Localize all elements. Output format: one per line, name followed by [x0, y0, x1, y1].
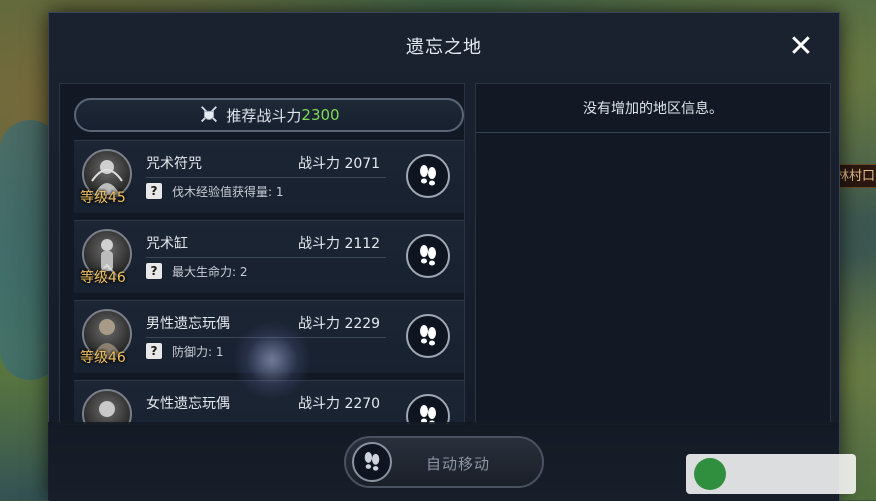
monster-portrait — [82, 389, 132, 424]
monster-buff: 伐木经验值获得量: 1 — [172, 185, 284, 199]
monster-level: 等级45 — [80, 190, 126, 206]
crossed-swords-shield-icon — [201, 106, 218, 123]
footprints-icon — [420, 245, 436, 266]
monster-row[interactable]: 等级45 咒术符咒 战斗力 2071 ? 伐木经验值获得量: 1 — [74, 140, 464, 213]
footprints-icon — [420, 325, 436, 346]
monster-power: 战斗力 2071 — [298, 156, 381, 172]
region-info-panel: 没有增加的地区信息。 — [475, 83, 831, 425]
monster-level: 等级46 — [80, 270, 126, 286]
monster-buff: 防御力: 1 — [172, 345, 224, 359]
auto-move-button[interactable]: 自动移动 — [344, 436, 544, 488]
question-icon: ? — [146, 343, 162, 359]
monster-name: 男性遗忘玩偶 — [146, 316, 230, 332]
auto-move-label: 自动移动 — [426, 455, 491, 473]
close-icon: ✕ — [788, 29, 814, 64]
move-to-monster-button[interactable] — [406, 154, 450, 198]
move-to-monster-button[interactable] — [406, 314, 450, 358]
divider — [146, 337, 386, 338]
monster-row[interactable]: 女性遗忘玩偶 战斗力 2270 — [74, 380, 464, 424]
question-icon: ? — [146, 183, 162, 199]
divider — [146, 177, 386, 178]
watermark-emblem-icon — [694, 458, 726, 490]
monster-level: 等级46 — [80, 350, 126, 366]
monster-list: 等级45 咒术符咒 战斗力 2071 ? 伐木经验值获得量: 1 等级46 咒术… — [74, 140, 464, 424]
move-to-monster-button[interactable] — [406, 394, 450, 424]
auto-move-icon-circle — [352, 442, 392, 482]
question-icon: ? — [146, 263, 162, 279]
recommended-power-banner: 推荐战斗力 2300 — [74, 98, 464, 132]
close-button[interactable]: ✕ — [787, 32, 815, 62]
divider — [146, 257, 386, 258]
monster-panel: 推荐战斗力 2300 等级45 咒术符咒 战斗力 2071 ? 伐木经验值获得量… — [59, 83, 465, 425]
monster-buff: 最大生命力: 2 — [172, 265, 248, 279]
footprints-icon — [364, 452, 380, 471]
region-info-text: 没有增加的地区信息。 — [476, 84, 830, 133]
monster-power: 战斗力 2270 — [298, 396, 381, 412]
dialog-title: 遗忘之地 — [406, 37, 482, 58]
footprints-icon — [420, 165, 436, 186]
recommended-power-value: 2300 — [301, 106, 340, 124]
monster-row[interactable]: 等级46 咒术缸 战斗力 2112 ? 最大生命力: 2 — [74, 220, 464, 293]
recommended-power-label: 推荐战斗力 — [226, 106, 302, 125]
monster-power: 战斗力 2229 — [298, 316, 381, 332]
monster-row[interactable]: 等级46 男性遗忘玩偶 战斗力 2229 ? 防御力: 1 — [74, 300, 464, 373]
monster-name: 咒术符咒 — [146, 156, 202, 172]
monster-power: 战斗力 2112 — [298, 236, 381, 252]
monster-name: 咒术缸 — [146, 236, 188, 252]
watermark-logo — [686, 454, 856, 494]
move-to-monster-button[interactable] — [406, 234, 450, 278]
monster-name: 女性遗忘玩偶 — [146, 396, 230, 412]
